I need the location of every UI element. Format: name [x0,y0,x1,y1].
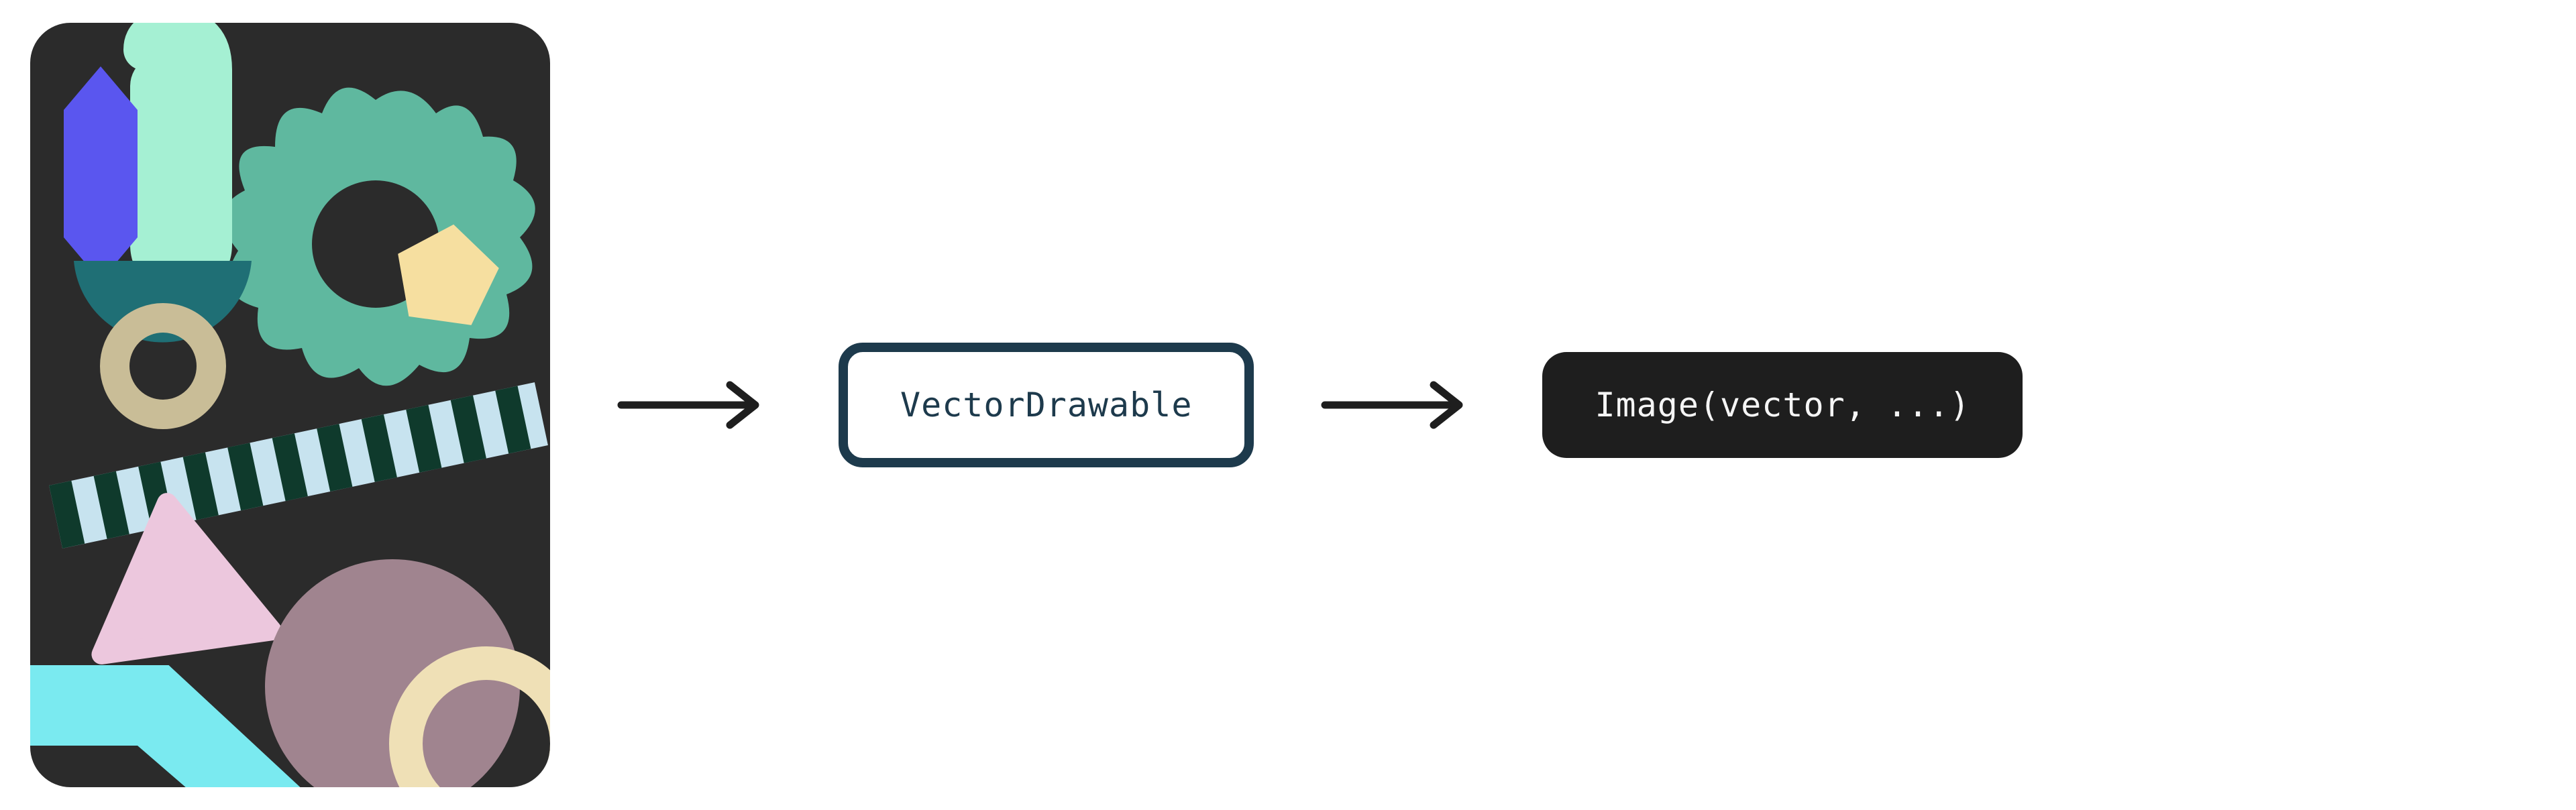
vector-drawable-node: VectorDrawable [839,343,1254,467]
arrow-right-icon [617,378,771,432]
diagram-flow: VectorDrawable Image(vector, ...) [0,23,2023,787]
image-call-label: Image(vector, ...) [1595,386,1970,424]
arrow-right-icon [1321,378,1475,432]
vector-drawable-label: VectorDrawable [900,386,1192,424]
shapes-illustration [30,23,550,787]
image-call-node: Image(vector, ...) [1542,352,2023,458]
abstract-shapes-thumbnail [30,23,550,787]
